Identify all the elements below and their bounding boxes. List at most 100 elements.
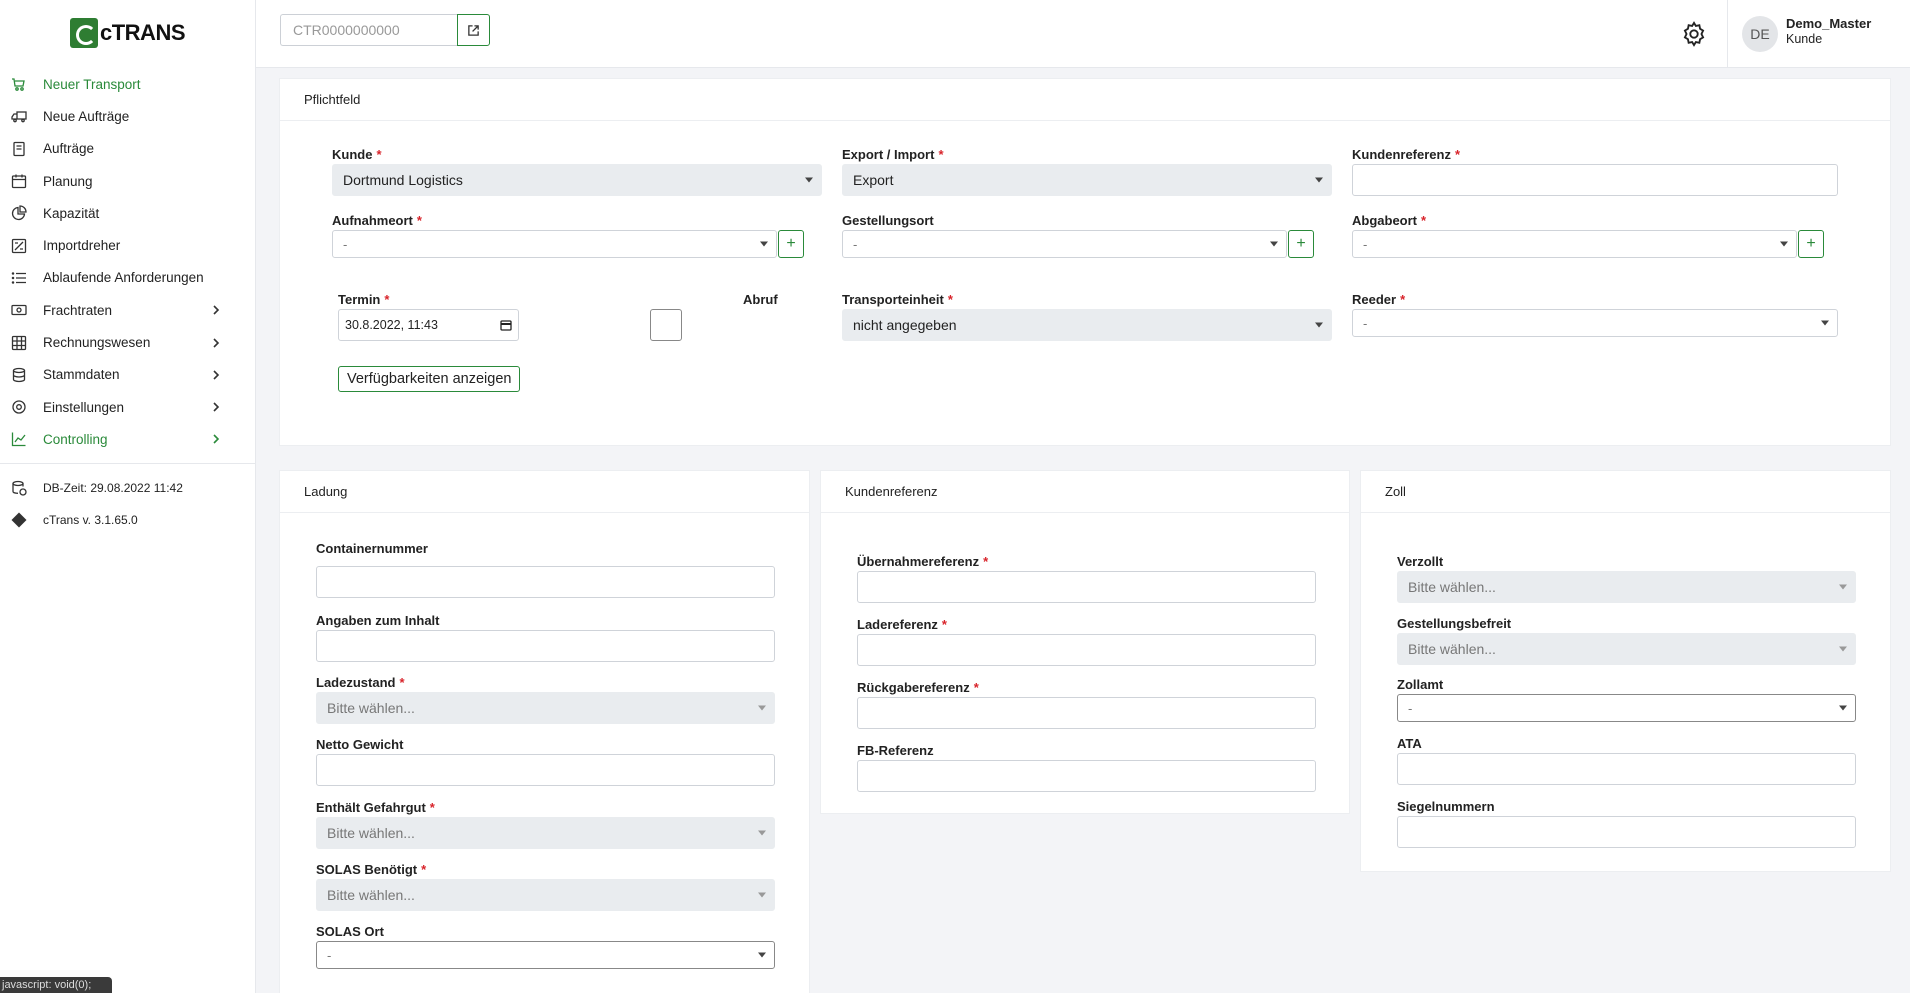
kunde-select[interactable]: Dortmund Logistics xyxy=(332,164,822,196)
abgabeort-select[interactable]: - xyxy=(1352,230,1797,258)
sidebar-item-importdreher[interactable]: Importdreher xyxy=(0,229,256,261)
pflichtfeld-card: Pflichtfeld Kunde * Dortmund Logistics Ex… xyxy=(279,78,1891,446)
swap-icon xyxy=(11,238,27,253)
aufnahmeort-select[interactable]: - xyxy=(332,230,777,258)
zollamt-label: Zollamt xyxy=(1397,677,1444,692)
zollamt-select[interactable]: - xyxy=(1397,694,1856,722)
ladung-card: Ladung Containernummer Angaben zum Inhal… xyxy=(279,470,810,993)
app-version-text: cTrans v. 3.1.65.0 xyxy=(43,513,138,527)
ladereferenz-input[interactable] xyxy=(857,634,1316,666)
card-title: Zoll xyxy=(1361,471,1890,513)
add-aufnahmeort-button[interactable]: + xyxy=(778,230,804,258)
abruf-label: Abruf xyxy=(743,292,778,307)
avatar[interactable]: DE xyxy=(1742,16,1778,52)
calendar-icon[interactable] xyxy=(500,319,512,331)
gestellungsbefreit-select[interactable]: Bitte wählen... xyxy=(1397,633,1856,665)
chevron-right-icon xyxy=(213,370,220,380)
kundenreferenz-label: Kundenreferenz * xyxy=(1352,147,1461,162)
sidebar-item-label: Einstellungen xyxy=(43,399,125,415)
chevron-right-icon xyxy=(213,434,220,444)
sidebar-item-kapazitaet[interactable]: Kapazität xyxy=(0,197,256,229)
sidebar-item-einstellungen[interactable]: Einstellungen xyxy=(0,391,256,423)
dropdown-caret-icon xyxy=(1315,177,1323,183)
add-gestellungsort-button[interactable]: + xyxy=(1288,230,1314,258)
app-version: cTrans v. 3.1.65.0 xyxy=(0,508,256,532)
sidebar-item-neuer-transport[interactable]: Neuer Transport xyxy=(0,68,256,100)
containernummer-input[interactable] xyxy=(316,566,775,598)
termin-datetime-input[interactable]: 30.8.2022, 11:43 xyxy=(338,309,519,341)
show-availability-button[interactable]: Verfügbarkeiten anzeigen xyxy=(338,366,521,392)
netto-gewicht-label: Netto Gewicht xyxy=(316,737,404,752)
netto-gewicht-input[interactable] xyxy=(316,754,775,786)
reeder-select[interactable]: - xyxy=(1352,309,1838,337)
sidebar-item-label: Frachtraten xyxy=(43,302,113,318)
dropdown-caret-icon xyxy=(1821,320,1829,326)
dropdown-caret-icon xyxy=(1315,322,1323,328)
truck-icon xyxy=(12,78,25,91)
gefahrgut-select[interactable]: Bitte wählen... xyxy=(316,817,775,849)
sidebar-item-label: Neuer Transport xyxy=(43,76,141,92)
solas-label: SOLAS Benötigt * xyxy=(316,862,427,877)
siegelnummern-input[interactable] xyxy=(1397,816,1856,848)
abruf-checkbox[interactable] xyxy=(650,309,682,341)
aufnahmeort-label: Aufnahmeort * xyxy=(332,213,422,228)
zoll-card: Zoll Verzollt Bitte wählen... Gestellung… xyxy=(1360,470,1891,872)
ladezustand-select[interactable]: Bitte wählen... xyxy=(316,692,775,724)
top-header: DE Demo_Master Kunde xyxy=(256,0,1910,68)
sidebar-item-rechnungswesen[interactable]: Rechnungswesen xyxy=(0,326,256,358)
dropdown-caret-icon xyxy=(758,705,766,711)
table-icon xyxy=(11,335,27,350)
ata-input[interactable] xyxy=(1397,753,1856,785)
sidebar-item-stammdaten[interactable]: Stammdaten xyxy=(0,359,256,391)
export-import-select[interactable]: Export xyxy=(842,164,1332,196)
pie-chart-icon xyxy=(11,205,27,221)
db-time: DB-Zeit: 29.08.2022 11:42 xyxy=(0,476,256,500)
export-import-label: Export / Import * xyxy=(842,147,944,162)
kundenreferenz-card: Kundenreferenz Übernahmereferenz * Ladere… xyxy=(820,470,1350,814)
dropdown-caret-icon xyxy=(758,892,766,898)
verzollt-select[interactable]: Bitte wählen... xyxy=(1397,571,1856,603)
kundenreferenz-input[interactable] xyxy=(1352,164,1838,196)
card-title: Pflichtfeld xyxy=(280,79,1890,121)
logo-text: cTRANS xyxy=(100,20,186,45)
rueckgabereferenz-input[interactable] xyxy=(857,697,1316,729)
sidebar-item-frachtraten[interactable]: Frachtraten xyxy=(0,294,256,326)
git-icon xyxy=(11,512,27,528)
solas-select[interactable]: Bitte wählen... xyxy=(316,879,775,911)
settings-gear-icon[interactable] xyxy=(1680,20,1708,48)
card-title: Kundenreferenz xyxy=(821,471,1349,513)
rueckgabereferenz-label: Rückgabereferenz * xyxy=(857,680,979,695)
sidebar-item-ablaufende-anforderungen[interactable]: Ablaufende Anforderungen xyxy=(0,262,256,294)
sidebar-item-label: Ablaufende Anforderungen xyxy=(43,270,204,286)
header-divider xyxy=(1727,0,1728,68)
card-title: Ladung xyxy=(280,471,809,513)
user-name[interactable]: Demo_Master xyxy=(1786,16,1871,31)
sidebar-item-planung[interactable]: Planung xyxy=(0,165,256,197)
solas-ort-label: SOLAS Ort xyxy=(316,924,384,939)
open-transport-button[interactable] xyxy=(457,14,490,46)
inhalt-input[interactable] xyxy=(316,630,775,662)
sidebar-item-label: Neue Aufträge xyxy=(43,108,130,124)
gestellungsbefreit-label: Gestellungsbefreit xyxy=(1397,616,1512,631)
sidebar: cTRANS Neuer Transport Neue Aufträge Auf… xyxy=(0,0,256,993)
uebernahmereferenz-input[interactable] xyxy=(857,571,1316,603)
db-time-text: DB-Zeit: 29.08.2022 11:42 xyxy=(43,481,183,495)
chevron-right-icon xyxy=(213,305,220,315)
ladezustand-label: Ladezustand * xyxy=(316,675,405,690)
solas-ort-select[interactable]: - xyxy=(316,941,775,969)
sidebar-item-label: Importdreher xyxy=(43,238,121,254)
transport-search-input[interactable] xyxy=(280,14,458,46)
reeder-label: Reeder * xyxy=(1352,292,1406,307)
chevron-right-icon xyxy=(213,402,220,412)
chevron-right-icon xyxy=(213,337,220,348)
sidebar-item-neue-auftraege[interactable]: Neue Aufträge xyxy=(0,100,256,132)
sidebar-item-controlling[interactable]: Controlling xyxy=(0,423,256,455)
sidebar-item-auftraege[interactable]: Aufträge xyxy=(0,133,256,165)
gestellungsort-select[interactable]: - xyxy=(842,230,1287,258)
transporteinheit-select[interactable]: nicht angegeben xyxy=(842,309,1332,341)
add-abgabeort-button[interactable]: + xyxy=(1798,230,1824,258)
fb-referenz-input[interactable] xyxy=(857,760,1316,792)
fb-referenz-label: FB-Referenz xyxy=(857,743,934,758)
logo[interactable]: cTRANS xyxy=(70,17,186,49)
dropdown-caret-icon xyxy=(1270,241,1278,247)
